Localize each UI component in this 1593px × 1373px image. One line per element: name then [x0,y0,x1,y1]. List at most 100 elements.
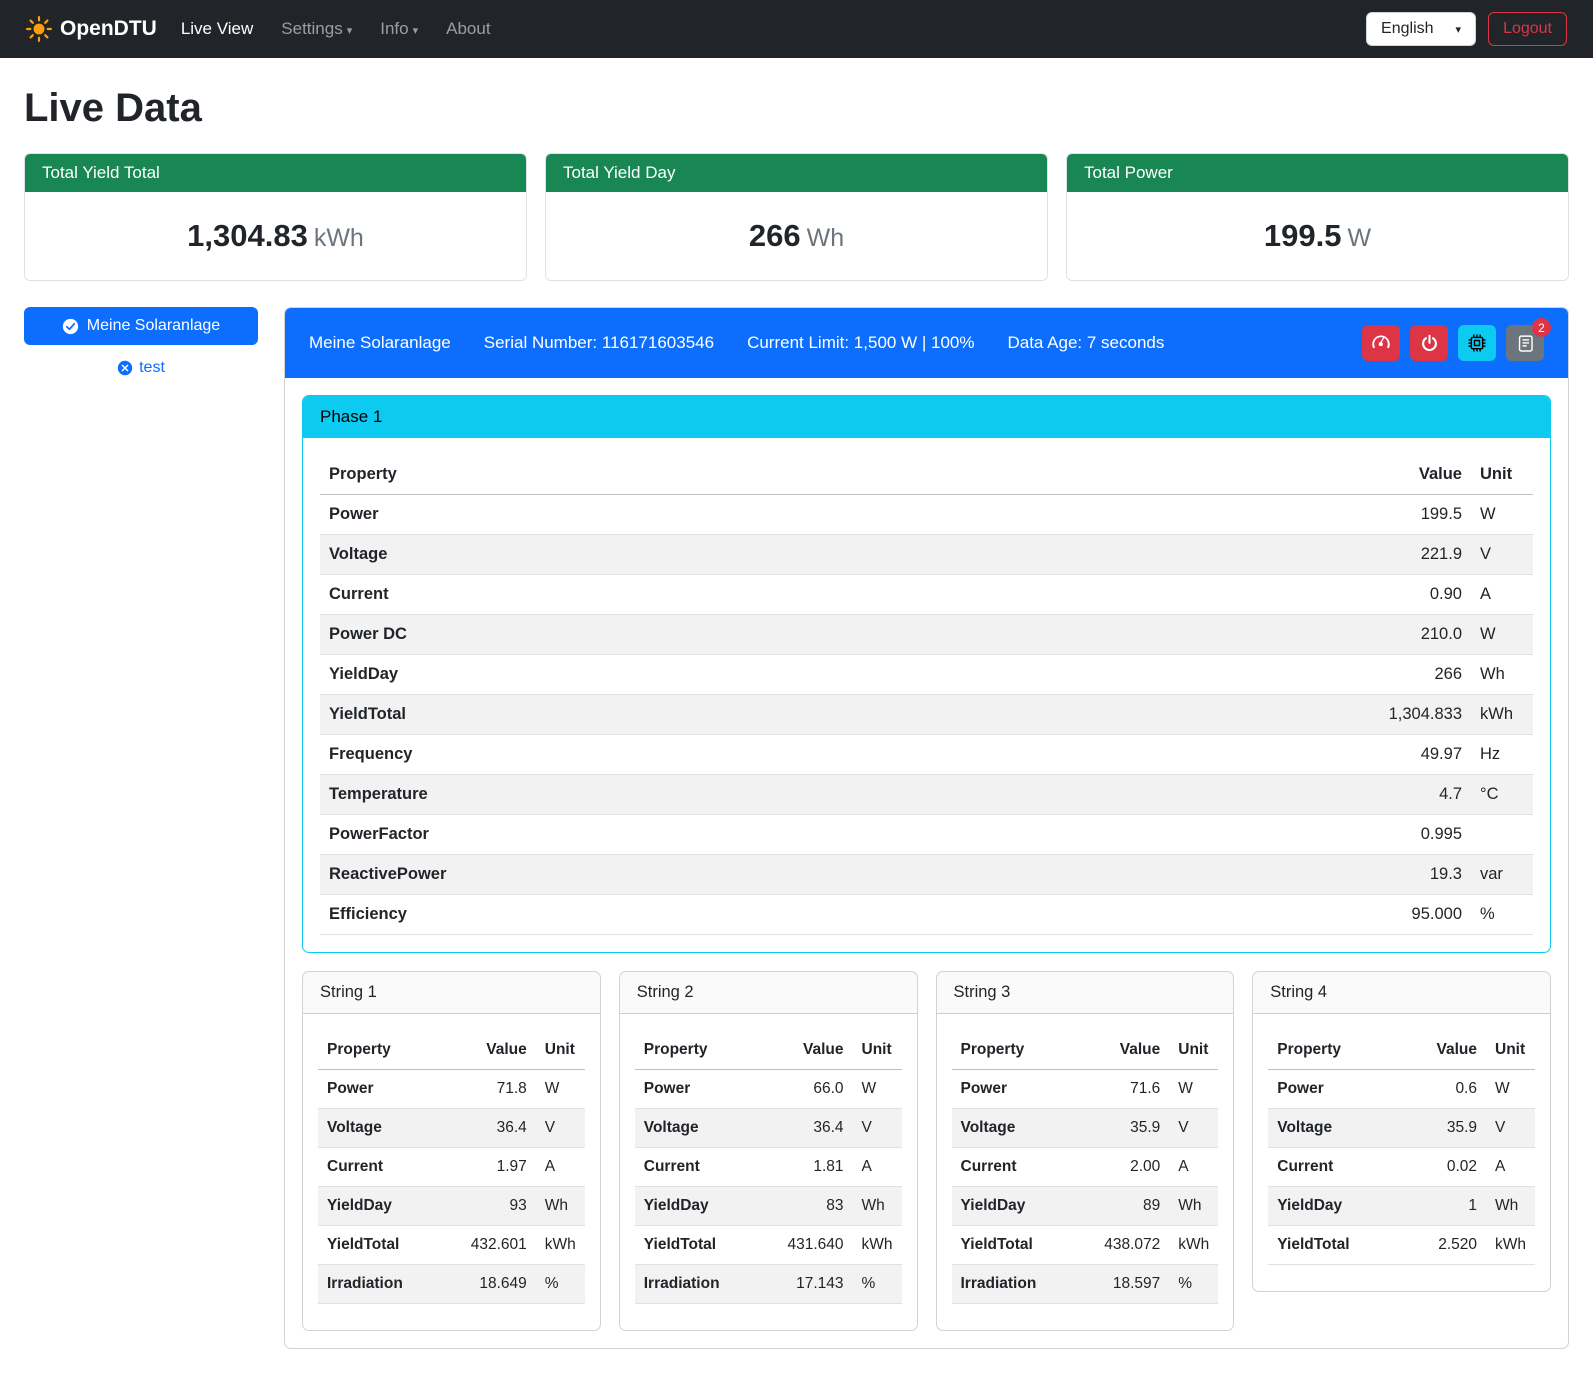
col-property: Property [635,1031,773,1070]
row-value: 438.072 [1089,1226,1169,1265]
phase-title: Phase 1 [303,396,1550,438]
table-row: YieldDay 89 Wh [952,1187,1219,1226]
table-row: Voltage 35.9 V [1268,1109,1535,1148]
row-unit: W [1471,615,1533,655]
inverter-serial: Serial Number: 116171603546 [484,333,714,353]
col-value: Value [773,1031,853,1070]
string-3-card: String 3 Property Value Unit [936,971,1235,1331]
table-row: YieldTotal 1,304.833 kWh [320,695,1533,735]
row-unit: % [1471,895,1533,935]
nav-settings[interactable]: Settings▾ [281,19,352,39]
col-value: Value [1007,455,1471,495]
inverter-select-button[interactable]: Meine Solaranlage [24,307,258,345]
phase-card: Phase 1 Property Value Unit [302,395,1551,953]
row-value: 431.640 [773,1226,853,1265]
card-total-power: Total Power 199.5W [1066,153,1569,281]
row-unit: Wh [1486,1187,1535,1226]
nav-about[interactable]: About [446,19,490,39]
table-row: Irradiation 17.143 % [635,1265,902,1304]
row-unit: var [1471,855,1533,895]
row-value: 1 [1406,1187,1486,1226]
power-button[interactable] [1410,325,1448,361]
row-unit: A [1486,1148,1535,1187]
row-unit: kWh [1486,1226,1535,1265]
row-value: 432.601 [456,1226,536,1265]
table-row: YieldDay 93 Wh [318,1187,585,1226]
table-row: Power DC 210.0 W [320,615,1533,655]
row-property: Current [318,1148,456,1187]
inverter-panel: Meine Solaranlage Serial Number: 1161716… [284,307,1569,1349]
row-value: 17.143 [773,1265,853,1304]
table-row: Current 0.90 A [320,575,1533,615]
chevron-down-icon: ▾ [413,25,419,37]
limit-settings-button[interactable] [1362,325,1400,361]
navbar: OpenDTU Live View Settings▾ Info▾ About … [0,0,1593,58]
table-row: Voltage 36.4 V [635,1109,902,1148]
row-unit: kWh [853,1226,902,1265]
table-row: Power 71.8 W [318,1070,585,1109]
eventlog-button[interactable]: 2 [1506,325,1544,361]
table-row: Voltage 221.9 V [320,535,1533,575]
language-select[interactable]: English ▾ [1366,12,1476,46]
row-unit: Hz [1471,735,1533,775]
inverter-panel-header: Meine Solaranlage Serial Number: 1161716… [285,308,1568,378]
device-info-button[interactable] [1458,325,1496,361]
string-2-table: Property Value Unit Power [635,1031,902,1304]
logout-button[interactable]: Logout [1488,12,1567,46]
row-property: PowerFactor [320,815,1007,855]
row-unit: A [853,1148,902,1187]
brand[interactable]: OpenDTU [26,16,157,42]
row-unit: V [853,1109,902,1148]
card-total-yield-total: Total Yield Total 1,304.83kWh [24,153,527,281]
string-3-table: Property Value Unit Power [952,1031,1219,1304]
sidebar-item-test[interactable]: test [24,359,258,377]
card-title: Total Yield Total [25,154,526,192]
chevron-down-icon: ▾ [347,25,353,37]
table-row: YieldDay 83 Wh [635,1187,902,1226]
phase-table: Property Value Unit Power [320,455,1533,935]
row-value: 93 [456,1187,536,1226]
row-property: YieldTotal [635,1226,773,1265]
row-property: Power [320,495,1007,535]
strings-row: String 1 Property Value Unit [302,971,1551,1331]
inverter-data-age: Data Age: 7 seconds [1007,333,1164,353]
row-value: 210.0 [1007,615,1471,655]
table-row: YieldDay 266 Wh [320,655,1533,695]
row-unit: V [536,1109,585,1148]
table-row: Power 0.6 W [1268,1070,1535,1109]
col-property: Property [320,455,1007,495]
row-unit [1471,815,1533,855]
x-circle-icon[interactable] [117,360,133,376]
row-property: ReactivePower [320,855,1007,895]
row-value: 1,304.833 [1007,695,1471,735]
row-property: Efficiency [320,895,1007,935]
row-unit: W [1471,495,1533,535]
row-property: Frequency [320,735,1007,775]
row-property: YieldTotal [1268,1226,1406,1265]
row-property: YieldDay [635,1187,773,1226]
row-property: Power [1268,1070,1406,1109]
row-property: YieldDay [318,1187,456,1226]
row-property: YieldTotal [952,1226,1090,1265]
row-value: 2.520 [1406,1226,1486,1265]
col-unit: Unit [536,1031,585,1070]
row-property: Current [1268,1148,1406,1187]
col-unit: Unit [1471,455,1533,495]
nav-info[interactable]: Info▾ [380,19,418,39]
row-property: Irradiation [952,1265,1090,1304]
power-icon [1420,334,1439,353]
row-value: 221.9 [1007,535,1471,575]
nav-live-view[interactable]: Live View [181,19,253,39]
chevron-down-icon: ▾ [1456,23,1462,36]
row-property: Voltage [952,1109,1090,1148]
test-label: test [139,359,165,377]
card-total-yield-day: Total Yield Day 266Wh [545,153,1048,281]
row-unit: A [1471,575,1533,615]
row-value: 4.7 [1007,775,1471,815]
table-row: ReactivePower 19.3 var [320,855,1533,895]
row-property: YieldTotal [318,1226,456,1265]
table-row: PowerFactor 0.995 [320,815,1533,855]
inverter-limit: Current Limit: 1,500 W | 100% [747,333,974,353]
string-4-card: String 4 Property Value Unit [1252,971,1551,1292]
row-value: 36.4 [456,1109,536,1148]
